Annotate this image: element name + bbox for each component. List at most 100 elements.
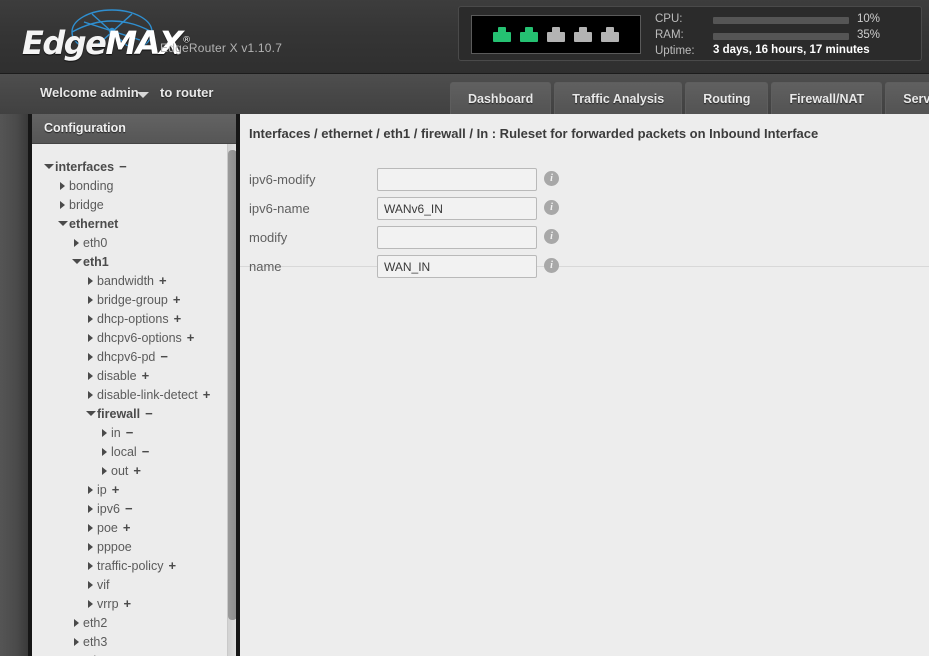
app-header: EdgeMAX® EdgeRouter X v1.10.7 CPU: 10% R…: [0, 0, 929, 74]
add-node-icon[interactable]: +: [133, 463, 141, 478]
tab-service[interactable]: Service: [885, 82, 929, 114]
info-icon-name[interactable]: i: [544, 258, 559, 273]
tree-item-in[interactable]: in −: [32, 423, 236, 442]
ram-metric: RAM: 35%: [655, 29, 917, 43]
chevron-down-icon[interactable]: [72, 252, 83, 271]
chevron-right-icon[interactable]: [86, 480, 97, 499]
form-row-name: name i: [249, 255, 789, 284]
chevron-right-icon[interactable]: [86, 309, 97, 328]
form-row-modify: modify i: [249, 226, 789, 255]
tree-item-disable-link-detect[interactable]: disable-link-detect +: [32, 385, 236, 404]
remove-node-icon[interactable]: −: [142, 444, 150, 459]
chevron-right-icon[interactable]: [72, 651, 83, 656]
tree-item-bonding[interactable]: bonding: [32, 176, 236, 195]
tree-item-firewall[interactable]: firewall −: [32, 404, 236, 423]
tree-item-interfaces[interactable]: interfaces −: [32, 157, 236, 176]
tree-item-ip[interactable]: ip +: [32, 480, 236, 499]
tree-item-out[interactable]: out +: [32, 461, 236, 480]
tab-firewall-nat[interactable]: Firewall/NAT: [771, 82, 883, 114]
chevron-right-icon[interactable]: [86, 366, 97, 385]
tree-item-eth4[interactable]: eth4: [32, 651, 236, 656]
input-ipv6-modify[interactable]: [377, 168, 537, 191]
remove-node-icon[interactable]: −: [126, 425, 134, 440]
chevron-down-icon[interactable]: [44, 157, 55, 176]
tree-item-label: traffic-policy: [97, 559, 164, 573]
chevron-right-icon[interactable]: [86, 290, 97, 309]
info-icon-modify[interactable]: i: [544, 229, 559, 244]
tree-item-pppoe[interactable]: pppoe: [32, 537, 236, 556]
chevron-right-icon[interactable]: [86, 556, 97, 575]
tree-item-vrrp[interactable]: vrrp +: [32, 594, 236, 613]
add-node-icon[interactable]: +: [124, 596, 132, 611]
tree-item-eth2[interactable]: eth2: [32, 613, 236, 632]
add-node-icon[interactable]: +: [174, 311, 182, 326]
tree-item-bridge[interactable]: bridge: [32, 195, 236, 214]
chevron-right-icon[interactable]: [72, 613, 83, 632]
chevron-right-icon[interactable]: [100, 442, 111, 461]
uptime-value: 3 days, 16 hours, 17 minutes: [713, 44, 870, 56]
chevron-right-icon[interactable]: [58, 176, 69, 195]
tree-item-bandwidth[interactable]: bandwidth +: [32, 271, 236, 290]
remove-node-icon[interactable]: −: [125, 501, 133, 516]
chevron-right-icon[interactable]: [86, 347, 97, 366]
input-ipv6-name[interactable]: [377, 197, 537, 220]
tree-item-poe[interactable]: poe +: [32, 518, 236, 537]
add-node-icon[interactable]: +: [123, 520, 131, 535]
chevron-right-icon[interactable]: [72, 233, 83, 252]
add-node-icon[interactable]: +: [173, 292, 181, 307]
tree-item-bridge-group[interactable]: bridge-group +: [32, 290, 236, 309]
tree-item-vif[interactable]: vif: [32, 575, 236, 594]
brand-edge: Edge: [22, 24, 107, 62]
remove-node-icon[interactable]: −: [160, 349, 168, 364]
tree-item-traffic-policy[interactable]: traffic-policy +: [32, 556, 236, 575]
tree-item-dhcp-options[interactable]: dhcp-options +: [32, 309, 236, 328]
tree-item-label: disable-link-detect: [97, 388, 198, 402]
tree-item-local[interactable]: local −: [32, 442, 236, 461]
chevron-right-icon[interactable]: [86, 328, 97, 347]
chevron-right-icon[interactable]: [72, 632, 83, 651]
add-node-icon[interactable]: +: [142, 368, 150, 383]
chevron-right-icon[interactable]: [58, 195, 69, 214]
tree-item-eth0[interactable]: eth0: [32, 233, 236, 252]
chevron-right-icon[interactable]: [86, 575, 97, 594]
chevron-down-icon[interactable]: [58, 214, 69, 233]
input-modify[interactable]: [377, 226, 537, 249]
chevron-right-icon[interactable]: [86, 518, 97, 537]
tab-dashboard[interactable]: Dashboard: [450, 82, 552, 114]
chevron-right-icon[interactable]: [86, 537, 97, 556]
chevron-right-icon[interactable]: [100, 423, 111, 442]
add-node-icon[interactable]: +: [187, 330, 195, 345]
chevron-right-icon[interactable]: [86, 594, 97, 613]
tab-configuration[interactable]: Configuration: [32, 114, 236, 144]
tree-item-ethernet[interactable]: ethernet: [32, 214, 236, 233]
brand-logo[interactable]: EdgeMAX®: [14, 9, 284, 66]
input-name[interactable]: [377, 255, 537, 278]
add-node-icon[interactable]: +: [168, 558, 176, 573]
info-icon-ipv6-modify[interactable]: i: [544, 171, 559, 186]
welcome-user-menu[interactable]: Welcome admin: [40, 85, 139, 100]
info-icon-ipv6-name[interactable]: i: [544, 200, 559, 215]
breadcrumb: Interfaces / ethernet / eth1 / firewall …: [249, 126, 819, 141]
tree-item-label: out: [111, 464, 129, 478]
tree-item-label: bandwidth: [97, 274, 154, 288]
tab-routing[interactable]: Routing: [685, 82, 769, 114]
add-node-icon[interactable]: +: [159, 273, 167, 288]
chevron-down-icon[interactable]: [137, 92, 149, 98]
tab-traffic-analysis[interactable]: Traffic Analysis: [554, 82, 683, 114]
remove-node-icon[interactable]: −: [145, 406, 153, 421]
tree-item-disable[interactable]: disable +: [32, 366, 236, 385]
add-node-icon[interactable]: +: [112, 482, 120, 497]
tree-item-dhcpv6-options[interactable]: dhcpv6-options +: [32, 328, 236, 347]
chevron-right-icon[interactable]: [100, 461, 111, 480]
remove-node-icon[interactable]: −: [119, 159, 127, 174]
chevron-down-icon[interactable]: [86, 404, 97, 423]
chevron-right-icon[interactable]: [86, 271, 97, 290]
chevron-right-icon[interactable]: [86, 499, 97, 518]
tree-item-eth1[interactable]: eth1: [32, 252, 236, 271]
tree-item-dhcpv6-pd[interactable]: dhcpv6-pd −: [32, 347, 236, 366]
system-metrics: CPU: 10% RAM: 35% Uptime: 3 days, 16 hou…: [655, 13, 917, 61]
tree-item-ipv6[interactable]: ipv6−: [32, 499, 236, 518]
tree-item-eth3[interactable]: eth3: [32, 632, 236, 651]
add-node-icon[interactable]: +: [203, 387, 211, 402]
chevron-right-icon[interactable]: [86, 385, 97, 404]
